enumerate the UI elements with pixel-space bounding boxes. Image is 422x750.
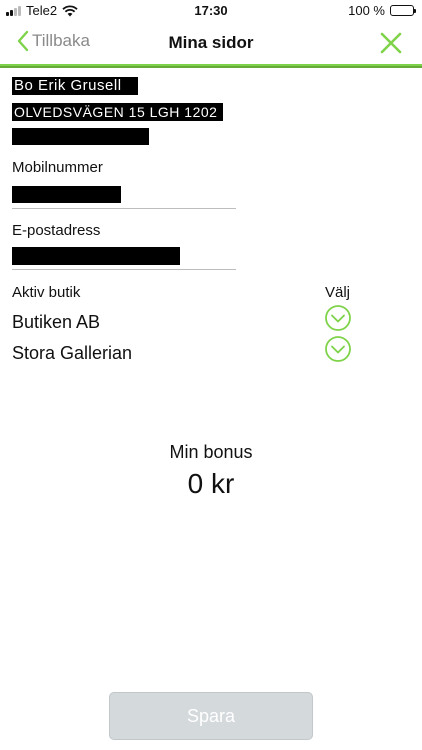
- email-field[interactable]: [12, 247, 180, 265]
- select-store-butiken-ab[interactable]: [324, 304, 352, 332]
- bonus-title: Min bonus: [169, 442, 253, 462]
- profile-postal-redacted: [12, 128, 149, 145]
- mobile-field-underline: [12, 208, 236, 209]
- profile-name: Bo Erik Grusell: [12, 77, 138, 95]
- page-title: Mina sidor: [168, 33, 254, 52]
- active-store-header: Aktiv butik: [12, 284, 81, 301]
- save-button[interactable]: Spara: [109, 692, 313, 740]
- store-item-label: Stora Gallerian: [12, 343, 133, 363]
- store-item-label: Butiken AB: [12, 312, 101, 332]
- battery-percent: 100 %: [348, 3, 385, 18]
- status-bar: Tele2 17:30 100 %: [0, 0, 422, 22]
- close-button[interactable]: [378, 30, 404, 61]
- bonus-value: 0 kr: [187, 468, 235, 499]
- mobile-field[interactable]: [12, 186, 121, 203]
- email-field-underline: [12, 269, 236, 270]
- mobile-label: Mobilnummer: [12, 159, 103, 176]
- select-store-stora-gallerian[interactable]: [324, 335, 352, 363]
- header-accent-line: [0, 64, 422, 68]
- navigation-bar: Tillbaka Mina sidor: [0, 22, 422, 64]
- status-right: 100 %: [348, 3, 416, 18]
- check-circle-icon: [325, 336, 351, 362]
- profile-address: OLVEDSVÄGEN 15 LGH 1202: [12, 103, 223, 121]
- email-label: E-postadress: [12, 222, 101, 239]
- close-icon: [380, 32, 402, 54]
- check-circle-icon: [325, 305, 351, 331]
- select-header: Välj: [325, 284, 351, 301]
- battery-icon: [390, 5, 416, 16]
